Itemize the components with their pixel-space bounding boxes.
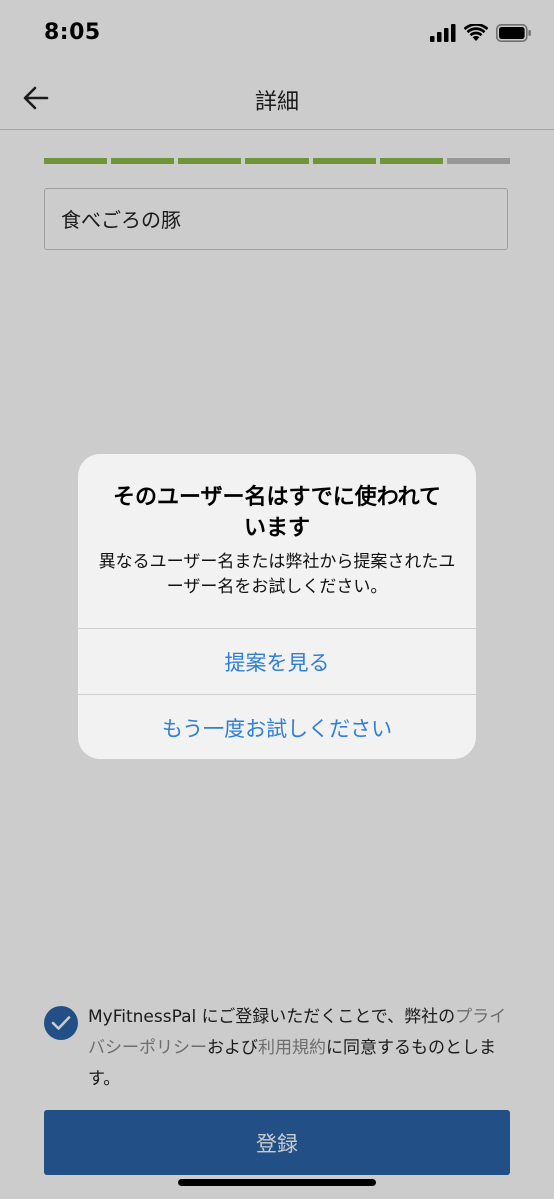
alert-title: そのユーザー名はすでに使われています xyxy=(112,485,442,541)
see-suggestions-button[interactable]: 提案を見る xyxy=(78,628,476,694)
home-indicator xyxy=(178,1179,376,1186)
try-again-button[interactable]: もう一度お試しください xyxy=(78,694,476,759)
screen: 8:05 詳細 食べごろの豚 MyFitnessPal にご登録いただくことで、… xyxy=(0,0,554,1199)
alert-message: 異なるユーザー名または弊社から提案されたユーザー名をお試しください。 xyxy=(98,552,456,597)
username-taken-alert: そのユーザー名はすでに使われています 異なるユーザー名または弊社から提案されたユ… xyxy=(78,454,476,759)
